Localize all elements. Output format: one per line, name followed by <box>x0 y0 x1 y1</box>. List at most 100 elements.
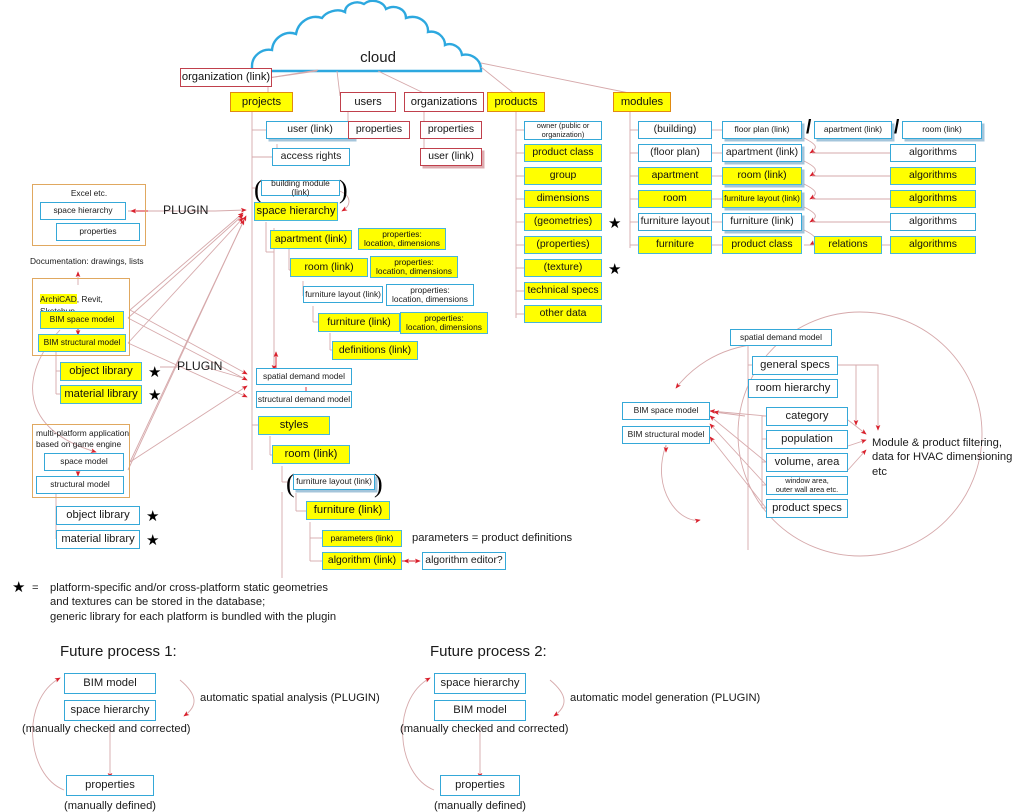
plugin-label-top: PLUGIN <box>163 203 209 217</box>
projects-user-link-box[interactable]: user (link) <box>266 121 354 139</box>
modules-algorithms-2[interactable]: algorithms <box>890 167 976 185</box>
circle-bim-structural-model-box[interactable]: BIM structural model <box>622 426 710 444</box>
users-box[interactable]: users <box>340 92 396 112</box>
circle-spatial-demand-model-box[interactable]: spatial demand model <box>730 329 832 346</box>
organizations-user-link-box[interactable]: user (link) <box>420 148 482 166</box>
room-link-box[interactable]: room (link) <box>290 258 368 277</box>
parameters-note: parameters = product definitions <box>412 532 573 544</box>
modules-col1-building[interactable]: (building) <box>638 121 712 139</box>
excel-properties-box[interactable]: properties <box>56 223 140 241</box>
star-marker-geometries: ★ <box>608 214 622 232</box>
modules-col1-furniture[interactable]: furniture <box>638 236 712 254</box>
modules-relations-box[interactable]: relations <box>814 236 882 254</box>
styles-box[interactable]: styles <box>258 416 330 435</box>
modules-col1-floor-plan[interactable]: (floor plan) <box>638 144 712 162</box>
access-rights-box[interactable]: access rights <box>272 148 350 166</box>
products-item-product-class[interactable]: product class <box>524 144 602 162</box>
styles-furniture-link-box[interactable]: furniture (link) <box>306 501 390 520</box>
algorithm-editor-box[interactable]: algorithm editor? <box>422 552 506 570</box>
fp2-space-hierarchy-box[interactable]: space hierarchy <box>434 673 526 694</box>
fp2-arrow-note: automatic model generation (PLUGIN) <box>570 692 761 704</box>
modules-algorithms-1[interactable]: algorithms <box>890 144 976 162</box>
modules-algorithms-3[interactable]: algorithms <box>890 190 976 208</box>
future-process-2-title: Future process 2: <box>430 643 547 660</box>
modules-col2-furniture-layout-link[interactable]: furniture layout (link) <box>722 190 802 208</box>
modules-algorithms-5[interactable]: algorithms <box>890 236 976 254</box>
furniture-link-box[interactable]: furniture (link) <box>318 313 400 332</box>
bim-structural-model-box[interactable]: BIM structural model <box>38 334 126 352</box>
space-hierarchy-box[interactable]: space hierarchy <box>254 202 338 221</box>
circle-room-hierarchy-box[interactable]: room hierarchy <box>748 379 838 398</box>
excel-space-hierarchy-box[interactable]: space hierarchy <box>40 202 126 220</box>
definitions-link-box[interactable]: definitions (link) <box>332 341 418 360</box>
projects-box[interactable]: projects <box>230 92 293 112</box>
users-properties-box[interactable]: properties <box>348 121 410 139</box>
circle-window-area-box[interactable]: window area, outer wall area etc. <box>766 476 848 495</box>
furniture-layout-link-box[interactable]: furniture layout (link) <box>303 286 383 303</box>
modules-col2-floor-plan-link[interactable]: floor plan (link) <box>722 121 802 139</box>
diagram-canvas: cloud organization (link) projects users… <box>0 0 1024 812</box>
circle-volume-area-box[interactable]: volume, area <box>766 453 848 472</box>
furniture-layout-properties-note: properties: location, dimensions <box>386 284 474 306</box>
products-item-geometries[interactable]: (geometries) <box>524 213 602 231</box>
bim-object-library-box[interactable]: object library <box>60 362 142 381</box>
modules-separator-1: / <box>806 117 812 138</box>
organizations-properties-box[interactable]: properties <box>420 121 482 139</box>
bim-material-library-box[interactable]: material library <box>60 385 142 404</box>
circle-general-specs-box[interactable]: general specs <box>752 356 838 375</box>
building-module-link-box[interactable]: building module (link) <box>261 178 340 197</box>
organization-link-box[interactable]: organization (link) <box>180 68 272 87</box>
documentation-note: Documentation: drawings, lists <box>30 256 144 266</box>
star-marker-bim-object-library: ★ <box>148 363 162 381</box>
modules-box[interactable]: modules <box>613 92 671 112</box>
fp2-manually-checked-note: (manually checked and corrected) <box>400 723 569 735</box>
products-item-texture[interactable]: (texture) <box>524 259 602 277</box>
modules-col2-apartment-link[interactable]: apartment (link) <box>722 144 802 162</box>
circle-category-box[interactable]: category <box>766 407 848 426</box>
fp1-properties-box[interactable]: properties <box>66 775 154 796</box>
footnote-text: platform-specific and/or cross-platform … <box>50 582 337 623</box>
products-item-properties[interactable]: (properties) <box>524 236 602 254</box>
gameengine-space-model-box[interactable]: space model <box>44 453 124 471</box>
gameengine-structural-model-box[interactable]: structural model <box>36 476 124 494</box>
modules-algorithms-4[interactable]: algorithms <box>890 213 976 231</box>
modules-col1-apartment[interactable]: apartment <box>638 167 712 185</box>
modules-col2-room-link[interactable]: room (link) <box>722 167 802 185</box>
circle-bim-space-model-box[interactable]: BIM space model <box>622 402 710 420</box>
right-paren-styles-furniture-layout: ) <box>374 469 383 498</box>
modules-col3-apartment-link[interactable]: apartment (link) <box>814 121 892 139</box>
parameters-link-box[interactable]: parameters (link) <box>322 530 402 547</box>
products-item-other-data[interactable]: other data <box>524 305 602 323</box>
products-item-group[interactable]: group <box>524 167 602 185</box>
cloud-label: cloud <box>360 49 396 66</box>
organizations-box[interactable]: organizations <box>404 92 484 112</box>
products-box[interactable]: products <box>487 92 545 112</box>
products-item-dimensions[interactable]: dimensions <box>524 190 602 208</box>
star-marker-ge-material-library: ★ <box>146 531 160 549</box>
spatial-demand-model-box[interactable]: spatial demand model <box>256 368 352 385</box>
circle-population-box[interactable]: population <box>766 430 848 449</box>
gameengine-material-library-box[interactable]: material library <box>56 530 140 549</box>
right-paren-building-module: ) <box>339 175 348 204</box>
modules-col1-room[interactable]: room <box>638 190 712 208</box>
modules-col1-furniture-layout[interactable]: furniture layout <box>638 213 712 231</box>
modules-col2-furniture-link[interactable]: furniture (link) <box>722 213 802 231</box>
bim-space-model-box[interactable]: BIM space model <box>40 311 124 329</box>
structural-demand-model-box[interactable]: structural demand model <box>256 391 352 408</box>
modules-col2-product-class[interactable]: product class <box>722 236 802 254</box>
fp2-properties-box[interactable]: properties <box>440 775 520 796</box>
circle-product-specs-box[interactable]: product specs <box>766 499 848 518</box>
star-marker-ge-object-library: ★ <box>146 507 160 525</box>
fp1-bim-model-box[interactable]: BIM model <box>64 673 156 694</box>
fp1-space-hierarchy-box[interactable]: space hierarchy <box>64 700 156 721</box>
styles-furniture-layout-link-box[interactable]: furniture layout (link) <box>293 474 375 490</box>
gameengine-object-library-box[interactable]: object library <box>56 506 140 525</box>
modules-col4-room-link[interactable]: room (link) <box>902 121 982 139</box>
products-item-technical-specs[interactable]: technical specs <box>524 282 602 300</box>
products-item-owner[interactable]: owner (public or organization) <box>524 121 602 140</box>
filtering-note: Module & product filtering, data for HVA… <box>872 437 1013 478</box>
fp2-bim-model-box[interactable]: BIM model <box>434 700 526 721</box>
apartment-link-box[interactable]: apartment (link) <box>270 230 352 249</box>
styles-room-link-box[interactable]: room (link) <box>272 445 350 464</box>
algorithm-link-box[interactable]: algorithm (link) <box>322 552 402 570</box>
